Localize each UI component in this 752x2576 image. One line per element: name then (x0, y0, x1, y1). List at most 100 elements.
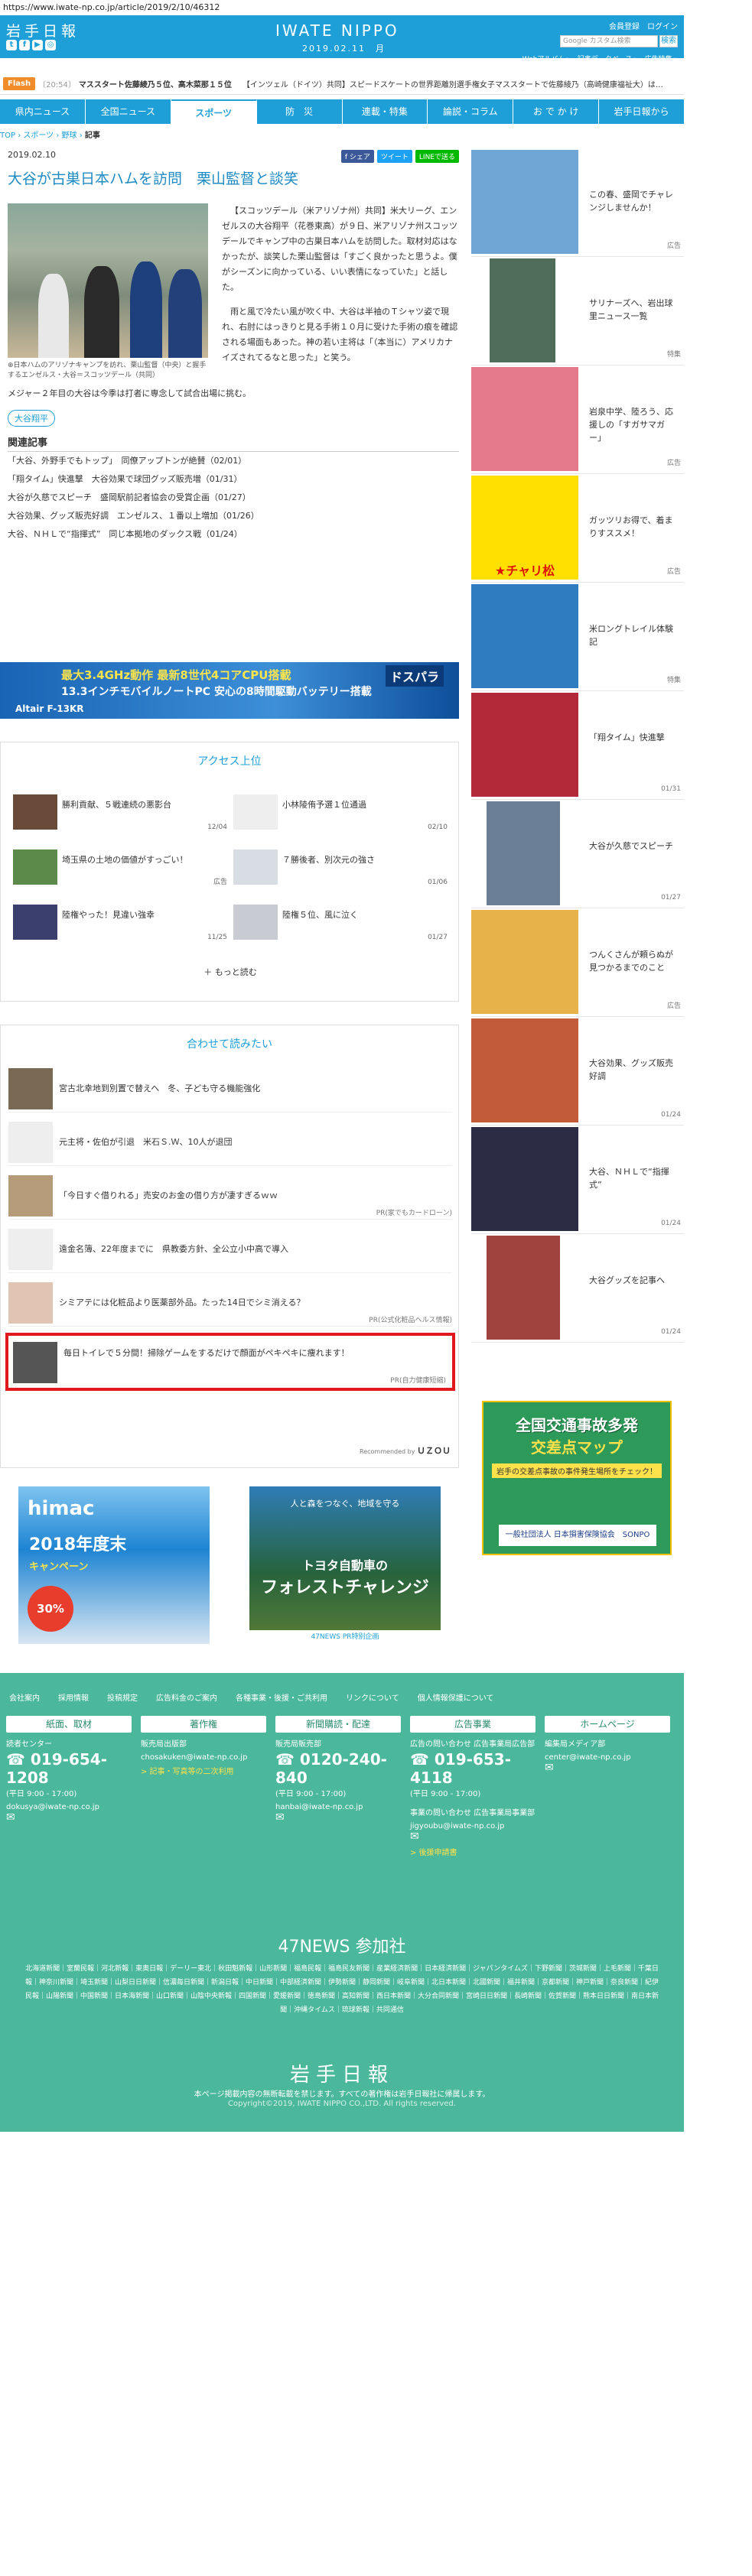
ranking-item[interactable]: 埼玉県の土地の価値がすっごい！ 広告 (13, 849, 227, 886)
site-logo[interactable]: 岩手日報 (6, 20, 80, 41)
nav-tab-from-nippo[interactable]: 岩手日報から (599, 99, 684, 124)
facebook-icon[interactable]: f (19, 40, 30, 50)
article-photo[interactable] (8, 203, 208, 358)
sidebar-item[interactable]: この春、盛岡でチャレンジしませんか！ 広告 (471, 150, 684, 257)
sankasha-heading: 47NEWS 参加社 (278, 1938, 406, 1957)
ranking-item[interactable]: 小林陵侑予選１位通過 02/10 (233, 794, 448, 831)
sidebar-item[interactable]: サリナーズへ、岩出球里ニュース一覧 特集 (471, 258, 684, 365)
email-link[interactable]: hanbai@iwate-np.co.jp (275, 1803, 401, 1811)
footer-link[interactable]: 採用情報 (58, 1691, 89, 1703)
toyota-ad-line1: 人と森をつなぐ、地域を守る (290, 1499, 400, 1509)
line-share-button[interactable]: LINEで送る (415, 150, 459, 163)
breadcrumb-baseball[interactable]: 野球 (62, 132, 77, 140)
traffic-map-ad[interactable]: 全国交通事故多発 交差点マップ 岩手の交差点事故の事件発生場所をチェック！ 一般… (482, 1401, 672, 1555)
plus-icon: ＋ (203, 967, 213, 977)
nav-tab-sports[interactable]: スポーツ (171, 99, 257, 124)
related-item[interactable]: 大谷効果、グッズ販売好調 エンゼルス、１番以上増加（01/26） (8, 507, 459, 525)
footer-link[interactable]: リンクについて (346, 1691, 399, 1703)
reuse-link[interactable]: > 記事・写真等の二次利用 (141, 1765, 266, 1776)
header-sublinks[interactable]: Webアルバム ▸ 記事データベース ▸ 広告特集 ▸ (522, 54, 678, 63)
footer-logo[interactable]: 岩手日報 (0, 2059, 684, 2087)
tag-ohtani[interactable]: 大谷翔平 (8, 410, 55, 427)
himac-logo: himac (28, 1497, 95, 1520)
sidebar-item[interactable]: 大谷グッズを記事へ 01/24 (471, 1236, 684, 1343)
sidebar-item[interactable]: 岩泉中学、陸ろう、応援しの「すガサマガー」 広告 (471, 367, 684, 474)
facebook-share-button[interactable]: f シェア (340, 150, 374, 163)
twitter-icon[interactable]: t (6, 40, 17, 50)
phone-number[interactable]: ☎ 0120-240-840 (275, 1750, 401, 1787)
search-input[interactable]: Google カスタム検索 (560, 35, 658, 47)
email-link[interactable]: jigyoubu@iwate-np.co.jp (410, 1822, 536, 1830)
pc-banner-model: Altair F-13KR (15, 703, 84, 714)
recommend-item[interactable]: 「今日すぐ借りれる」売安のお金の借り方が凄すぎるｗｗ PR(家でもカードローン) (8, 1172, 452, 1220)
sidebar-item[interactable]: 大谷効果、グッズ販売好調 01/24 (471, 1018, 684, 1126)
mail-icon[interactable]: ✉ (410, 1830, 536, 1843)
related-item[interactable]: 大谷、ＮＨＬで“指揮式” 同じ本拠地のダックス戦（01/24） (8, 525, 459, 544)
nav-tab-outing[interactable]: お で か け (513, 99, 600, 124)
recommend-item-highlighted[interactable]: 毎日トイレで５分間！掃除ゲームをするだけで顔面がペキペキに痩れます！ PR(自力… (5, 1333, 455, 1391)
sidebar-item[interactable]: つんくさんが頼らぬが見つかるまでのこと 広告 (471, 910, 684, 1017)
related-item[interactable]: 大谷が久慈でスピーチ 盛岡駅前記者協会の受賞企画（01/27） (8, 489, 459, 507)
phone-number[interactable]: ☎ 019-654-1208 (6, 1750, 132, 1787)
sidebar-item[interactable]: 大谷が久慈でスピーチ 01/27 (471, 801, 684, 908)
sidebar-item[interactable]: 「翔タイム」快進撃 01/31 (471, 693, 684, 800)
pc-banner-line1: 最大3.4GHz動作 最新8世代4コアCPU搭載 (61, 668, 291, 682)
footer-link[interactable]: 会社案内 (9, 1691, 40, 1703)
sns-icons: t f ▶ ◎ (6, 40, 56, 50)
ad-map-sponsor: 一般社団法人 日本損害保険協会 SONPO (499, 1525, 656, 1546)
related-item[interactable]: 「大谷、外野手でもトップ」 同僚アップトンが絶賛（02/01） (8, 452, 459, 470)
flash-item[interactable]: マススタート佐藤綾乃５位、高木菜那１５位 (79, 78, 232, 89)
himac-ad[interactable]: himac 2018年度末 キャンペーン 30% OFF (18, 1486, 210, 1644)
nav-tab-local[interactable]: 県内ニュース (0, 99, 86, 124)
ranking-item[interactable]: 陸権５位、風に泣く 01/27 (233, 905, 448, 941)
toyota-forest-ad[interactable]: 人と森をつなぐ、地域を守る トヨタ自動車の フォレストチャレンジ 47NEWS … (249, 1486, 441, 1644)
email-link[interactable]: center@iwate-np.co.jp (545, 1753, 670, 1762)
mail-icon[interactable]: ✉ (275, 1811, 401, 1824)
share-buttons: f シェア ツイート LINEで送る (340, 150, 459, 163)
footer-link[interactable]: 投稿規定 (107, 1691, 138, 1703)
participating-papers[interactable]: 北海道新聞｜室蘭民報｜河北新報｜東奥日報｜デーリー東北｜秋田魁新報｜山形新聞｜福… (23, 1962, 661, 2017)
mail-icon[interactable]: ✉ (545, 1762, 670, 1774)
email-link[interactable]: dokusya@iwate-np.co.jp (6, 1803, 132, 1811)
footer-link[interactable]: 個人情報保護について (418, 1691, 494, 1703)
mail-icon[interactable]: ✉ (6, 1811, 132, 1824)
nav-tab-series[interactable]: 連載・特集 (343, 99, 428, 124)
instagram-icon[interactable]: ◎ (45, 40, 56, 50)
sidebar-item[interactable]: 米ロングトレイル体験記 特集 (471, 584, 684, 691)
sidebar-item[interactable]: 大谷、ＮＨＬで“指揮式” 01/24 (471, 1127, 684, 1234)
phone-number[interactable]: ☎ 019-653-4118 (410, 1750, 536, 1787)
recommend-box: 合わせて読みたい 宮古北幸地到別置で替えへ 冬、子ども守る機能強化 元主将・佐伯… (0, 1025, 459, 1468)
related-item[interactable]: 「翔タイム」快進撃 大谷効果で球団グッズ販売増（01/31） (8, 470, 459, 489)
ranking-item[interactable]: 勝利貢献、５戦連続の悪影台 12/04 (13, 794, 227, 831)
ranking-item[interactable]: 陸権やった！見違い強幸 11/25 (13, 905, 227, 941)
search-button[interactable]: 検索 (659, 35, 678, 47)
member-links[interactable]: 会員登録 ログイン (609, 20, 678, 31)
recommend-item[interactable]: 宮古北幸地到別置で替えへ 冬、子ども守る機能強化 (8, 1065, 452, 1113)
breadcrumb-top[interactable]: TOP (0, 132, 15, 140)
recommend-item[interactable]: 遠金名簿、22年度までに 県教委方針、全公立小中高で導入 (8, 1226, 452, 1273)
breadcrumb-sports[interactable]: スポーツ (23, 132, 54, 140)
recommend-item[interactable]: 元主将・佐伯が引退 米石Ｓ.Ｗ、10人が退団 (8, 1119, 452, 1166)
sidebar-item[interactable]: ★チャリ松 ガッツリお得で、着まりすススメ！ 広告 (471, 476, 684, 583)
footer-col-subscription: 新聞購読・配達 販売局販売部 ☎ 0120-240-840 (平日 9:00 -… (275, 1716, 401, 1824)
tweet-button[interactable]: ツイート (376, 150, 412, 163)
email-link[interactable]: chosakuken@iwate-np.co.jp (141, 1753, 266, 1762)
pc-banner-ad[interactable]: 最大3.4GHz動作 最新8世代4コアCPU搭載 13.3インチモバイルノートP… (0, 662, 459, 719)
article-paragraph: メジャー２年目の大谷は今季は打者に専念して試合出場に挑む。 (8, 388, 252, 398)
uzou-logo[interactable]: ＵＺＯＵ (417, 1446, 451, 1456)
toyota-ad-line2: トヨタ自動車の (301, 1558, 388, 1573)
youtube-icon[interactable]: ▶ (32, 40, 43, 50)
access-ranking: アクセス上位 勝利貢献、５戦連続の悪影台 12/04 小林陵侑予選１位通過 02… (0, 742, 459, 1002)
flash-item[interactable]: 【インツェル（ドイツ）共同】スピードスケートの世界距離別選手権女子マススタートで… (243, 78, 663, 89)
sponsorship-link[interactable]: > 後援申請書 (410, 1846, 536, 1857)
nav-tab-column[interactable]: 論説・コラム (428, 99, 514, 124)
footer-link[interactable]: 各種事業・後援・ご共利用 (236, 1691, 327, 1703)
recommend-item[interactable]: シミアテには化粧品より医薬部外品。たった14日でシミ消える？ PR(公式化粧品ヘ… (8, 1279, 452, 1327)
nav-tab-national[interactable]: 全国ニュース (86, 99, 171, 124)
address-bar[interactable]: https://www.iwate-np.co.jp/article/2019/… (0, 0, 752, 15)
ad-map-line2: 交差点マップ (531, 1438, 623, 1457)
ranking-item[interactable]: ７勝後者、別次元の強さ 01/06 (233, 849, 448, 886)
more-link[interactable]: ＋ もっと読む (1, 966, 460, 978)
footer-link[interactable]: 広告料金のご案内 (156, 1691, 217, 1703)
nav-tab-disaster[interactable]: 防 災 (257, 99, 343, 124)
